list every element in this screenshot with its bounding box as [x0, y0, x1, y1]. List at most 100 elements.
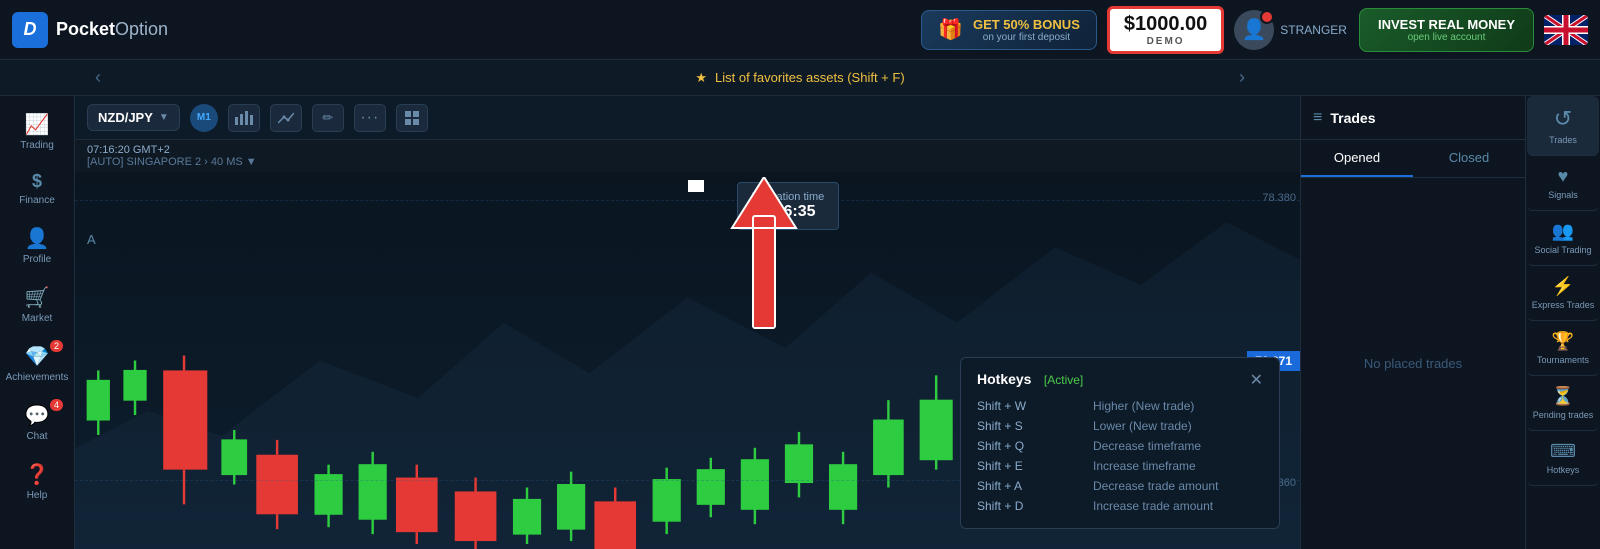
tournaments-icon: 🏆 — [1552, 331, 1574, 352]
asset-name: NZD/JPY — [98, 110, 153, 125]
trades-panel: ≡ Trades Opened Closed No placed trades — [1300, 96, 1525, 549]
expiration-time: 07:16:35 — [752, 203, 825, 221]
hotkeys-status: [Active] — [1044, 373, 1083, 387]
trades-list-icon: ≡ — [1313, 109, 1322, 127]
hotkeys-title-group: Hotkeys [Active] — [977, 371, 1083, 389]
far-right-sidebar: ↺ Trades ♥ Signals 👥 Social Trading ⚡ Ex… — [1525, 96, 1600, 549]
logo-icon: D — [12, 12, 48, 48]
hotkeys-rows: Shift + W Higher (New trade) Shift + S L… — [977, 396, 1263, 516]
more-icon: ··· — [360, 109, 379, 127]
chart-server: [AUTO] SINGAPORE 2 › 40 MS ▼ — [87, 156, 257, 168]
expiration-overlay: Expiration time 07:16:35 — [737, 182, 840, 230]
sidebar-item-trading[interactable]: 📈 Trading — [3, 104, 71, 159]
trades-panel-header: ≡ Trades — [1301, 96, 1525, 140]
favorites-text: List of favorites assets (Shift + F) — [715, 70, 905, 85]
frs-item-social-trading[interactable]: 👥 Social Trading — [1527, 211, 1599, 266]
asset-chevron-icon: ▼ — [159, 112, 169, 123]
tab-closed[interactable]: Closed — [1413, 140, 1525, 177]
chart-type-button[interactable] — [228, 104, 260, 132]
hotkey-row-q: Shift + Q Decrease timeframe — [977, 436, 1263, 456]
hotkey-row-w: Shift + W Higher (New trade) — [977, 396, 1263, 416]
trading-icon: 📈 — [25, 112, 50, 137]
trades-refresh-icon: ↺ — [1554, 106, 1572, 132]
frs-item-tournaments[interactable]: 🏆 Tournaments — [1527, 321, 1599, 376]
invest-title: INVEST REAL MONEY — [1378, 17, 1515, 32]
trades-tabs: Opened Closed — [1301, 140, 1525, 178]
expiration-label: Expiration time — [752, 191, 825, 203]
ticker-bar[interactable]: ‹ ★ List of favorites assets (Shift + F)… — [0, 60, 1600, 96]
balance-label: DEMO — [1124, 36, 1207, 47]
no-trades-message: No placed trades — [1301, 178, 1525, 549]
sidebar-item-achievements[interactable]: 💎 2 Achievements — [3, 336, 71, 391]
invest-button[interactable]: INVEST REAL MONEY open live account — [1359, 8, 1534, 52]
frs-item-express-trades[interactable]: ⚡ Express Trades — [1527, 266, 1599, 321]
sidebar-item-finance[interactable]: $ Finance — [3, 163, 71, 214]
hotkeys-title: Hotkeys — [977, 371, 1031, 387]
chart-canvas: 78.380 78.371 78.371 78.360 A Expiration… — [75, 172, 1300, 549]
username: STRANGER — [1280, 23, 1347, 37]
sidebar-item-market[interactable]: 🛒 Market — [3, 277, 71, 332]
bonus-text: GET 50% BONUS on your first deposit — [973, 17, 1080, 43]
user-area: 👤 STRANGER — [1234, 10, 1347, 50]
hotkeys-keyboard-icon: ⌨ — [1550, 441, 1576, 462]
balance-amount: $1000.00 — [1124, 13, 1207, 36]
hotkey-row-d: Shift + D Increase trade amount — [977, 496, 1263, 516]
main-content: 📈 Trading $ Finance 👤 Profile 🛒 Market 💎… — [0, 96, 1600, 549]
sidebar-item-help[interactable]: ❓ Help — [3, 454, 71, 509]
finance-icon: $ — [32, 171, 42, 192]
help-icon: ❓ — [25, 462, 50, 487]
indicators-icon — [278, 111, 294, 125]
hotkey-row-a: Shift + A Decrease trade amount — [977, 476, 1263, 496]
chart-type-icon — [235, 111, 253, 125]
pen-icon: ✏ — [322, 110, 333, 126]
hotkey-row-e: Shift + E Increase timeframe — [977, 456, 1263, 476]
frs-item-trades[interactable]: ↺ Trades — [1527, 96, 1599, 156]
right-nav-arrow[interactable]: › — [1239, 67, 1245, 88]
chart-area: NZD/JPY ▼ M1 — [75, 96, 1300, 549]
left-sidebar: 📈 Trading $ Finance 👤 Profile 🛒 Market 💎… — [0, 96, 75, 549]
frs-item-pending-trades[interactable]: ⏳ Pending trades — [1527, 376, 1599, 431]
asset-selector[interactable]: NZD/JPY ▼ — [87, 104, 180, 131]
hotkeys-close-button[interactable]: ✕ — [1250, 370, 1263, 390]
logo[interactable]: D PocketOption — [12, 12, 168, 48]
sidebar-item-profile[interactable]: 👤 Profile — [3, 218, 71, 273]
chart-a-label: A — [87, 232, 96, 247]
signals-heart-icon: ♥ — [1558, 166, 1569, 187]
achievements-badge: 2 — [50, 340, 63, 352]
grid-icon — [405, 111, 419, 125]
pending-trades-icon: ⏳ — [1552, 386, 1574, 407]
grid-view-button[interactable] — [396, 104, 428, 132]
market-icon: 🛒 — [25, 285, 50, 310]
frs-item-signals[interactable]: ♥ Signals — [1527, 156, 1599, 211]
frs-item-hotkeys[interactable]: ⌨ Hotkeys — [1527, 431, 1599, 486]
chart-info: 07:16:20 GMT+2 [AUTO] SINGAPORE 2 › 40 M… — [75, 140, 1300, 172]
indicators-button[interactable] — [270, 104, 302, 132]
balance-box[interactable]: $1000.00 DEMO — [1107, 6, 1224, 54]
price-grid-line-high — [75, 200, 1300, 201]
left-nav-arrow[interactable]: ‹ — [95, 67, 101, 88]
chat-icon: 💬 — [25, 403, 50, 428]
chart-time: 07:16:20 GMT+2 — [87, 144, 170, 156]
favorites-star: ★ — [695, 70, 707, 86]
logo-text: PocketOption — [56, 19, 168, 40]
chart-flag-marker — [688, 180, 704, 192]
gift-icon: 🎁 — [938, 17, 963, 42]
hotkey-row-s: Shift + S Lower (New trade) — [977, 416, 1263, 436]
trades-panel-title: Trades — [1330, 110, 1375, 126]
social-trading-icon: 👥 — [1552, 221, 1574, 242]
avatar[interactable]: 👤 — [1234, 10, 1274, 50]
header: D PocketOption 🎁 GET 50% BONUS on your f… — [0, 0, 1600, 60]
hotkeys-header: Hotkeys [Active] ✕ — [977, 370, 1263, 390]
draw-button[interactable]: ✏ — [312, 104, 344, 132]
tab-opened[interactable]: Opened — [1301, 140, 1413, 177]
sidebar-item-chat[interactable]: 💬 4 Chat — [3, 395, 71, 450]
more-button[interactable]: ··· — [354, 104, 386, 132]
invest-sub: open live account — [1378, 32, 1515, 43]
bonus-button[interactable]: 🎁 GET 50% BONUS on your first deposit — [921, 10, 1097, 50]
express-trades-icon: ⚡ — [1552, 276, 1574, 297]
language-flag[interactable] — [1544, 15, 1588, 45]
profile-icon: 👤 — [25, 226, 50, 251]
timeframe-badge[interactable]: M1 — [190, 104, 218, 132]
achievements-icon: 💎 — [25, 344, 50, 369]
chat-badge: 4 — [50, 399, 63, 411]
